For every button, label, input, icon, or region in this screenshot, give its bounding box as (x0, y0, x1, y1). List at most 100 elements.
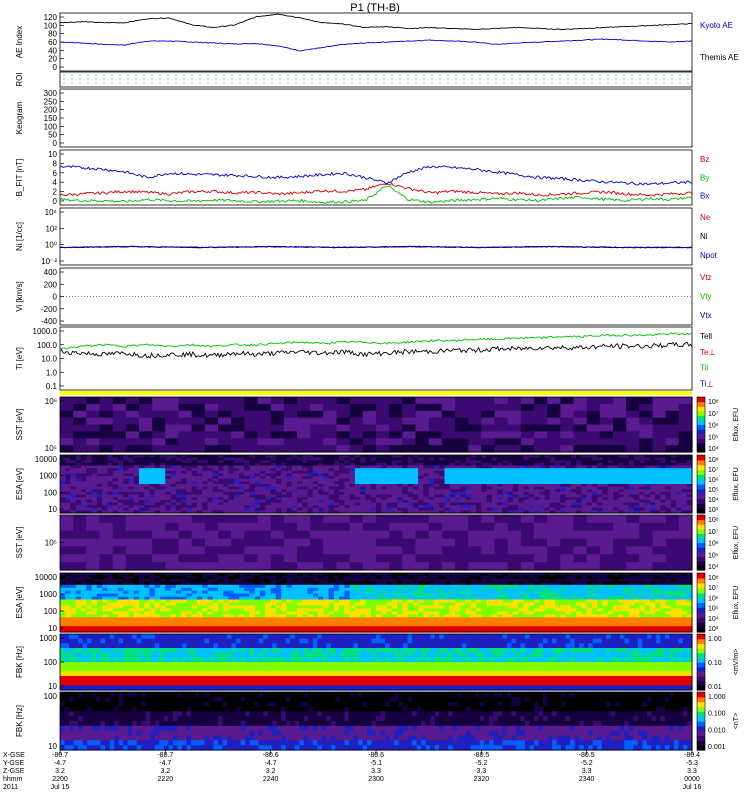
spectrogram-cell (60, 438, 74, 446)
roi-dot (543, 78, 545, 80)
spectrogram-cell (139, 554, 153, 563)
series-ae-0 (60, 38, 693, 52)
spectrogram-cell (204, 403, 219, 412)
spectrogram-cell (297, 522, 311, 532)
spectrogram-cell (152, 424, 166, 432)
spectrogram-cell (349, 546, 364, 555)
ytick-ti-4: 0.1 (46, 382, 58, 391)
spectrogram-cell (534, 546, 548, 555)
spectrogram-cell (415, 530, 430, 540)
spectrogram-cell (165, 562, 180, 571)
spectrogram-cell (613, 522, 627, 532)
spectrogram-cell (362, 397, 377, 405)
spectrogram-cell (560, 554, 575, 563)
spectrogram-cell (60, 431, 74, 439)
spectrogram-cell (520, 410, 535, 419)
roi-dot (591, 78, 593, 80)
spectrogram-cell (376, 554, 390, 563)
spectrogram-cell (389, 546, 403, 555)
spectrogram-cell (218, 538, 232, 548)
spectrogram-cell (152, 554, 166, 563)
spectrogram-cell (125, 410, 140, 419)
spectrogram-cell (204, 417, 219, 426)
roi-dot (231, 74, 233, 76)
spectrogram-cell (520, 424, 535, 432)
roi-dot (215, 82, 217, 84)
roi-dot (655, 78, 657, 80)
spectrogram-cell (86, 515, 101, 524)
spectrogram-cell (389, 438, 403, 446)
roi-dot (63, 82, 65, 84)
spectrogram-cell (573, 530, 588, 540)
spectrogram-cell (494, 438, 509, 446)
roi-dot (487, 74, 489, 76)
spectrogram-cell (73, 410, 87, 419)
roi-dot (495, 78, 497, 80)
spectrogram-cell (362, 424, 377, 432)
spectrogram-cell (520, 515, 535, 524)
roi-dot (143, 82, 145, 84)
spectrogram-cell (349, 522, 364, 532)
spectrogram-cell (639, 530, 654, 540)
spectrogram-cell (336, 538, 351, 548)
ytick-ti-2: 10.0 (41, 355, 57, 364)
roi-dot (311, 74, 313, 76)
spectrogram-cell (481, 530, 496, 540)
spectrogram-cell (297, 417, 311, 426)
spectrogram-cell (494, 410, 509, 419)
spectrogram-cell (586, 397, 601, 405)
series-ti-1 (59, 341, 693, 359)
roi-dot (135, 78, 137, 80)
spectrogram-cell (297, 445, 311, 453)
ytick-esa1-0: 10000 (35, 455, 58, 464)
spectrogram-cell (507, 530, 522, 540)
roi-dot (479, 74, 481, 76)
ylabel-sst2: SST [eV] (15, 527, 24, 559)
spectrogram-cell (652, 554, 667, 563)
spectrogram-cell (139, 431, 153, 439)
roi-dot (551, 78, 553, 80)
roi-dot (535, 82, 537, 84)
spectrogram-cell (244, 515, 259, 524)
spectrogram-cell (376, 522, 390, 532)
roi-dot (567, 82, 569, 84)
spectrogram-cell (152, 417, 166, 426)
spectrogram-cell (86, 445, 101, 453)
roi-dot (407, 82, 409, 84)
roi-dot (247, 82, 249, 84)
roi-dot (679, 78, 681, 80)
roi-dot (511, 82, 513, 84)
roi-dot (455, 78, 457, 80)
spectrogram-cell (613, 562, 627, 571)
spectrogram-cell (455, 438, 469, 446)
roi-dot (127, 74, 129, 76)
spectrogram-cell (362, 410, 377, 419)
spectrogram-cell (639, 438, 654, 446)
spectrogram-cell (560, 515, 575, 524)
spectrogram-cell (376, 410, 390, 419)
spectrogram-cell (613, 438, 627, 446)
spectrogram-cell (534, 530, 548, 540)
ytick-bfield-2: 6 (53, 169, 58, 178)
spectrogram-cell (494, 515, 509, 524)
spectrogram-cell (626, 417, 640, 426)
spectrogram-cell (639, 562, 654, 571)
roi-dot (167, 78, 169, 80)
spectrogram-cell (125, 530, 140, 540)
spectrogram-cell (204, 431, 219, 439)
spectrogram-cell (336, 530, 351, 540)
roi-dot (279, 78, 281, 80)
roi-dot (375, 78, 377, 80)
roi-dot (191, 78, 193, 80)
spectrogram-cell (204, 546, 219, 555)
spectrogram-cell (402, 403, 417, 412)
spectrogram-cell (428, 562, 443, 571)
ytick-bfield-3: 4 (53, 178, 58, 187)
spectrogram-cell (336, 515, 351, 524)
roi-dot (319, 82, 321, 84)
spectrogram-cell (112, 417, 127, 426)
spectrogram-cell (73, 445, 87, 453)
spectrogram-cell (125, 538, 140, 548)
spectrogram-cell (336, 445, 351, 453)
spectrogram-cell (73, 403, 87, 412)
